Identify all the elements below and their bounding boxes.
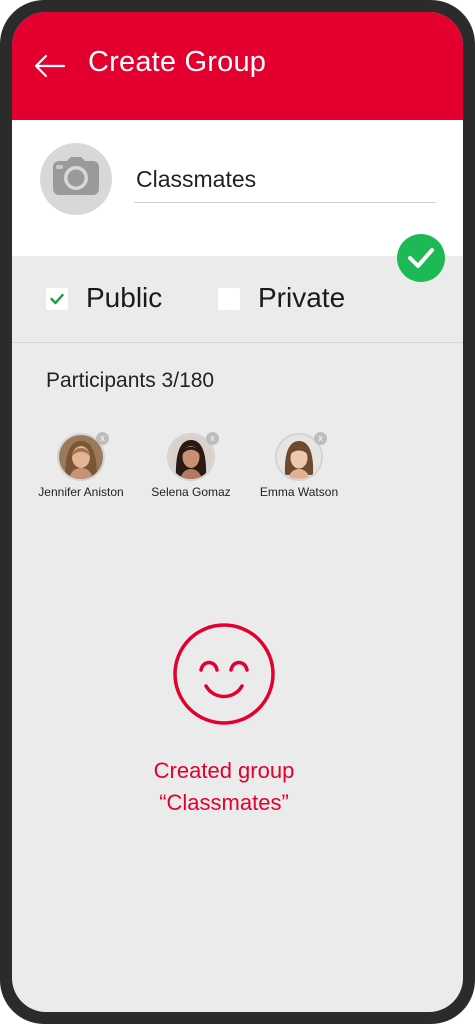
group-name-input[interactable] [134,156,436,203]
check-icon [408,248,434,268]
smiley-face-icon [172,622,276,726]
group-avatar-picker[interactable] [40,143,112,215]
group-name-section [12,120,463,256]
remove-participant-button[interactable]: x [96,432,109,445]
privacy-options: Public Private [12,256,463,343]
remove-participant-button[interactable]: x [206,432,219,445]
success-line-2: “Classmates” [159,790,289,815]
success-message: Created group “Classmates” [12,755,436,819]
participant-name: Emma Watson [259,485,339,499]
success-line-1: Created group [153,758,295,783]
participants-count: Participants 3/180 [46,369,215,392]
private-label: Private [258,282,346,313]
checkmark-icon [50,293,64,305]
remove-participant-button[interactable]: x [314,432,327,445]
app-bar: Create Group [12,12,463,120]
confirm-button[interactable] [397,234,445,282]
arrow-left-icon [34,54,66,78]
participant-item: x Selena Gomaz [136,432,246,513]
participant-item: x Jennifer Aniston [26,432,136,513]
page-title: Create Group [88,46,267,78]
back-button[interactable] [32,48,68,84]
phone-frame: Create Group Classmates Public Private P… [0,0,475,1024]
camera-icon [53,157,99,195]
public-checkbox[interactable] [46,288,68,310]
private-checkbox[interactable] [218,288,240,310]
participant-item: x Emma Watson [244,432,354,513]
public-label: Public [86,282,163,313]
app-screen: Create Group Classmates Public Private P… [12,12,463,1012]
